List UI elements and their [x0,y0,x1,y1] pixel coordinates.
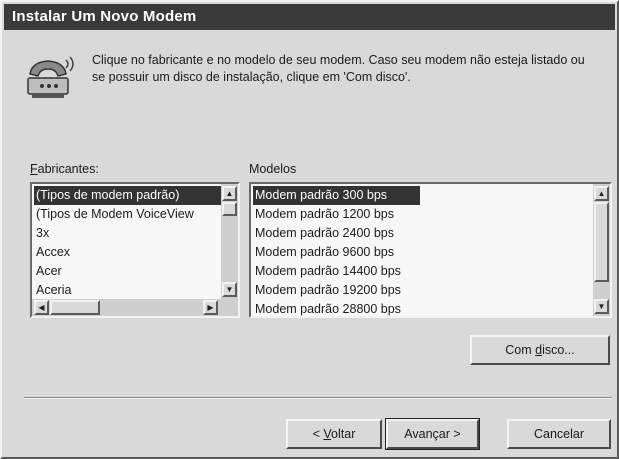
model-item[interactable]: Modem padrão 300 bps [253,186,420,205]
manufacturer-item[interactable]: 3x [34,224,221,243]
modem-phone-icon [27,56,74,98]
manufacturers-vscrollbar[interactable]: ▲ ▼ [221,184,238,299]
scroll-down-icon[interactable]: ▼ [594,299,609,314]
manufacturers-label-hotkey: F [30,162,38,176]
model-item[interactable]: Modem padrão 9600 bps [253,243,575,262]
back-label-hotkey: V [323,427,332,441]
have-disk-label-prefix: Com [505,343,536,357]
back-label-prefix: < [312,427,324,441]
models-list[interactable]: Modem padrão 300 bps Modem padrão 1200 b… [249,182,612,318]
scroll-thumb[interactable] [222,202,237,216]
back-button[interactable]: < Voltar [286,419,382,449]
model-item[interactable]: Modem padrão 14400 bps [253,262,575,281]
button-separator [24,397,612,399]
manufacturer-item[interactable]: Aceria [34,281,221,300]
scroll-right-icon[interactable]: ▶ [203,300,218,315]
have-disk-label-suffix: isco... [542,343,575,357]
next-button[interactable]: Avançar > [385,418,480,450]
scroll-up-icon[interactable]: ▲ [222,186,237,201]
models-label: Modelos [249,162,297,176]
intro-text: Clique no fabricante e no modelo de seu … [92,53,585,84]
manufacturers-hscrollbar[interactable]: ◀ ▶ [32,299,238,316]
window-title: Instalar Um Novo Modem [12,8,197,25]
title-bar[interactable]: Instalar Um Novo Modem [4,4,615,30]
manufacturer-item[interactable]: (Tipos de modem padrão) [34,186,221,205]
manufacturer-item[interactable]: Acer [34,262,221,281]
model-item[interactable]: Modem padrão 2400 bps [253,224,575,243]
scroll-up-icon[interactable]: ▲ [594,186,609,201]
have-disk-button[interactable]: Com disco... [470,335,610,365]
models-vscrollbar[interactable]: ▲ ▼ [593,184,610,316]
back-label-suffix: oltar [331,427,356,441]
manufacturer-item[interactable]: Accex [34,243,221,262]
model-item[interactable]: Modem padrão 1200 bps [253,205,575,224]
cancel-button[interactable]: Cancelar [507,419,611,449]
manufacturer-item[interactable]: (Tipos de Modem VoiceView [34,205,221,224]
scroll-left-icon[interactable]: ◀ [34,300,49,315]
model-item[interactable]: Modem padrão 28800 bps [253,300,575,316]
manufacturers-label-rest: abricantes: [37,162,99,176]
manufacturers-label: Fabricantes: [30,162,99,176]
install-modem-dialog: Instalar Um Novo Modem Clique no fabrica… [0,0,619,459]
scroll-thumb[interactable] [594,202,609,282]
model-item[interactable]: Modem padrão 19200 bps [253,281,575,300]
scroll-thumb[interactable] [50,300,100,315]
manufacturers-list[interactable]: (Tipos de modem padrão) (Tipos de Modem … [30,182,240,318]
scroll-down-icon[interactable]: ▼ [222,282,237,297]
